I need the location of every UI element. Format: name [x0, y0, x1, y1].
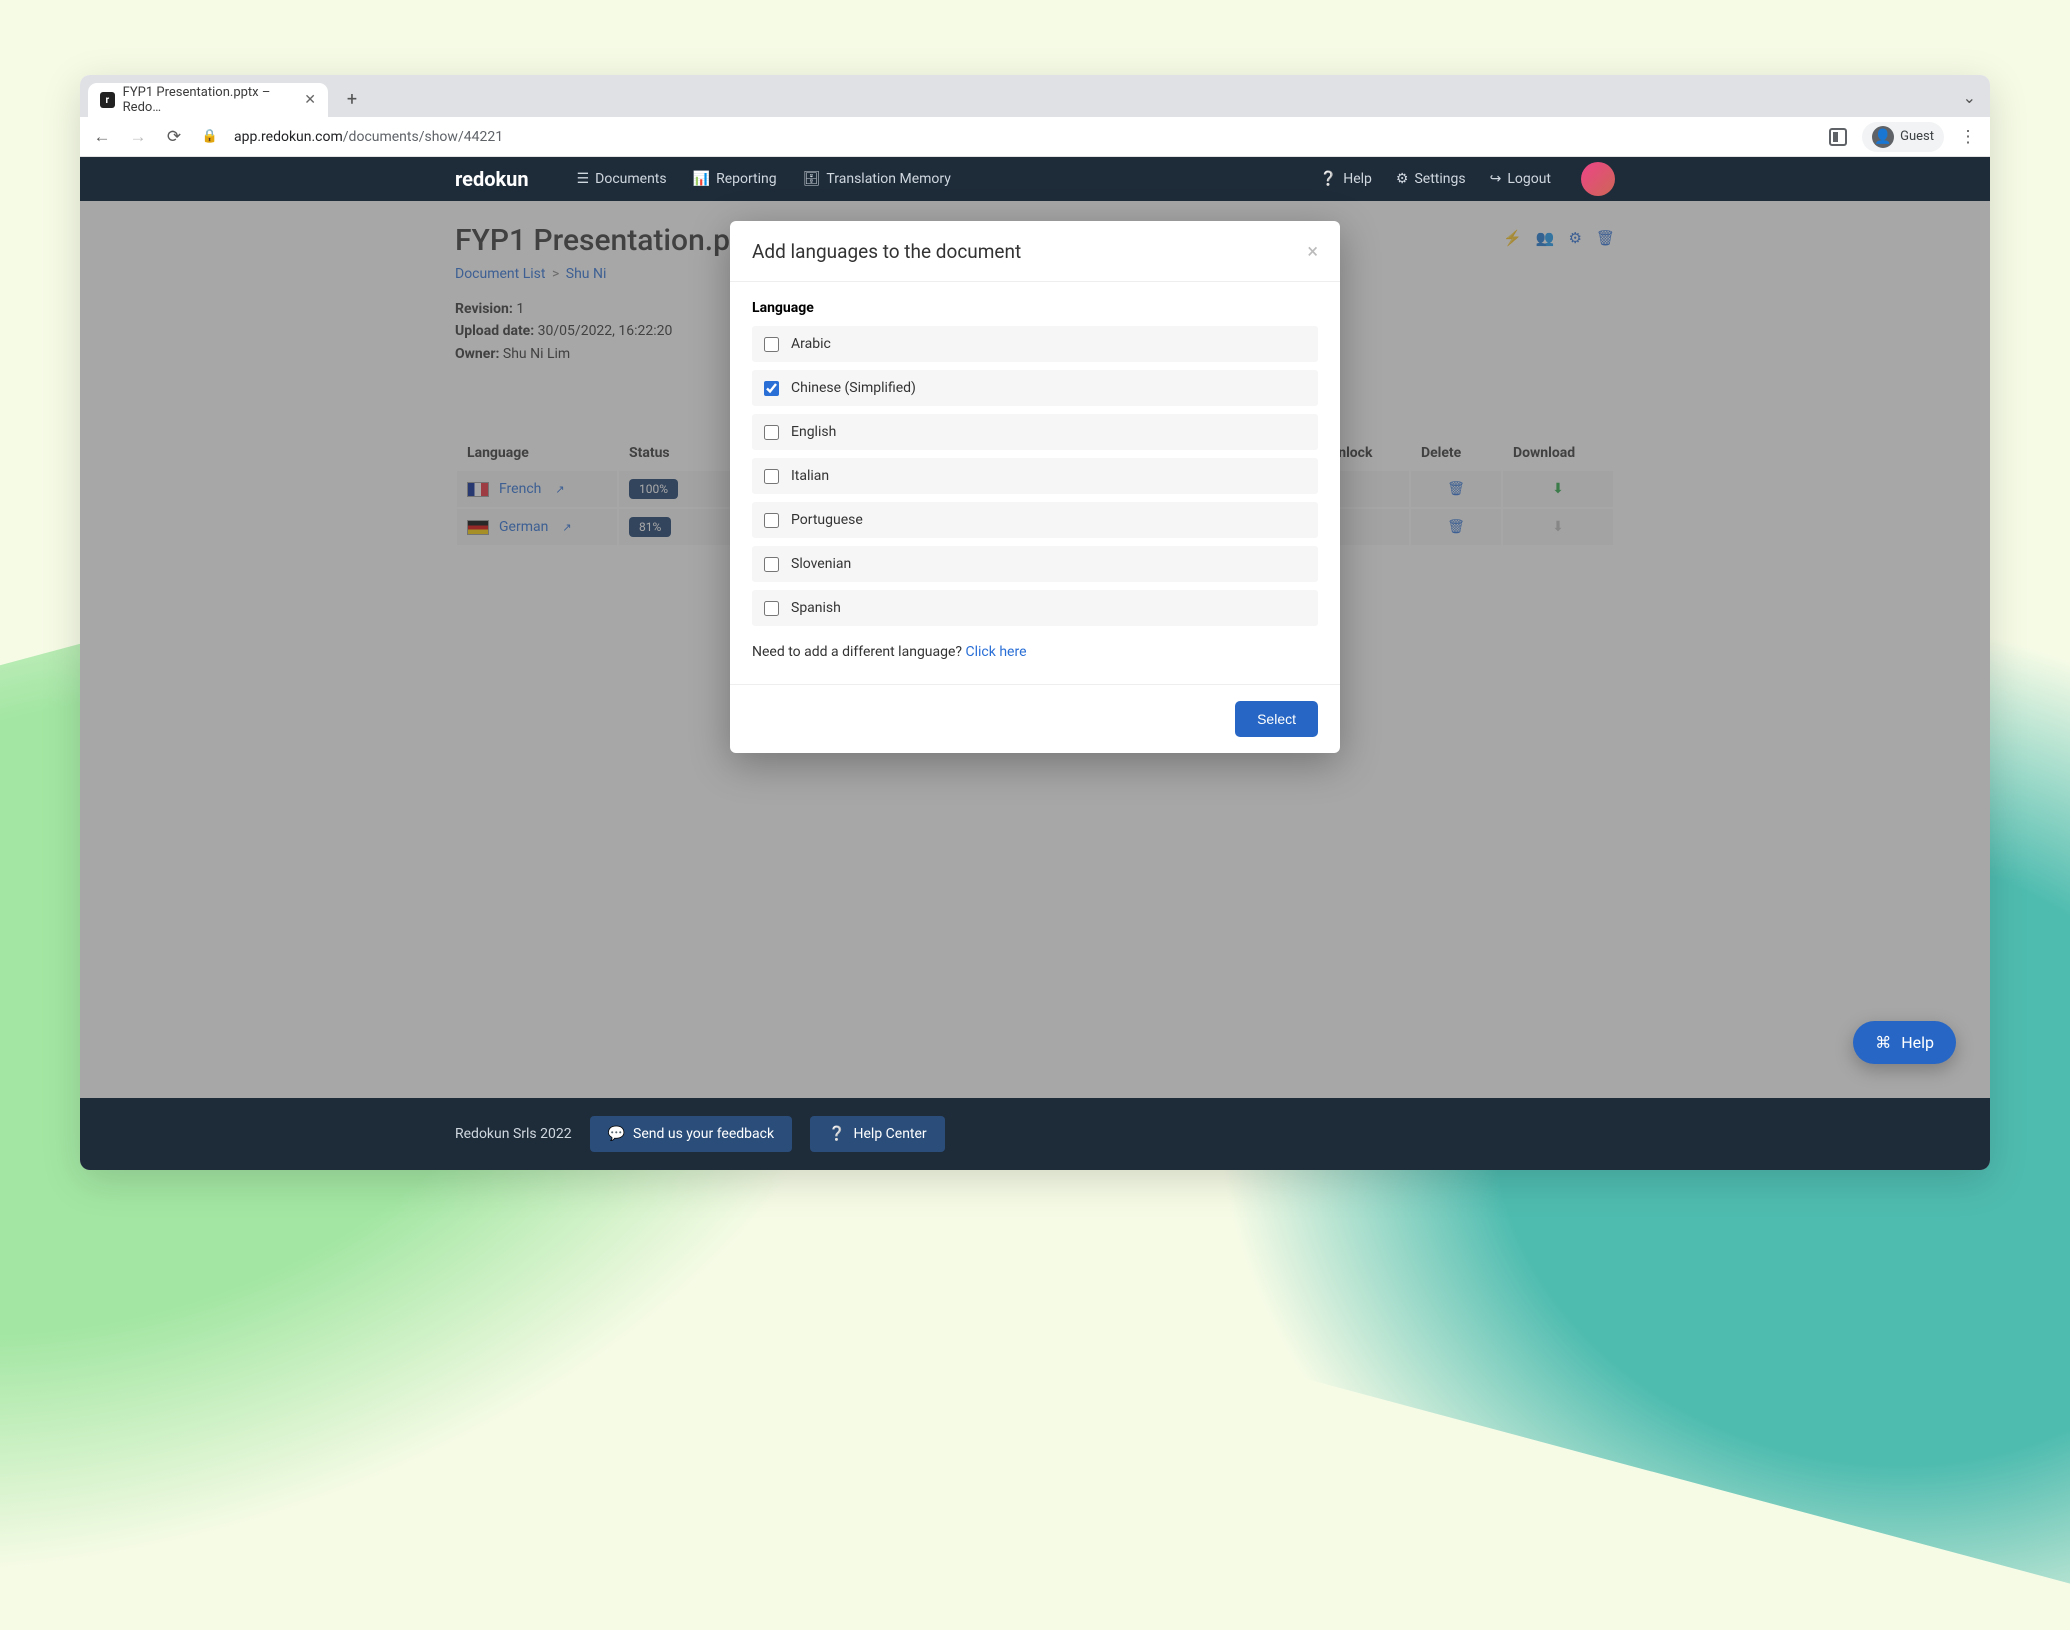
nav-logout[interactable]: ↪ Logout	[1490, 171, 1551, 187]
language-checkbox[interactable]	[764, 337, 779, 352]
modal-hint-link[interactable]: Click here	[966, 644, 1027, 660]
tabs-overflow-icon[interactable]: ⌄	[1963, 88, 1976, 107]
add-languages-modal: Add languages to the document × Language…	[730, 221, 1340, 753]
profile-chip[interactable]: 👤 Guest	[1862, 122, 1944, 152]
panel-icon[interactable]	[1826, 125, 1850, 149]
modal-hint: Need to add a different language? Click …	[752, 644, 1318, 660]
tab-close-icon[interactable]: ✕	[304, 92, 316, 108]
profile-avatar-icon: 👤	[1872, 126, 1894, 148]
app-navbar: redokun ☰ Documents 📊 Reporting 🗄 Transl…	[80, 157, 1990, 201]
app-footer: Redokun Srls 2022 💬 Send us your feedbac…	[80, 1098, 1990, 1170]
language-checkbox[interactable]	[764, 601, 779, 616]
language-option[interactable]: Spanish	[752, 590, 1318, 626]
lock-icon: 🔒	[198, 125, 222, 149]
back-button[interactable]: ←	[90, 125, 114, 149]
tab-title: FYP1 Presentation.pptx – Redo…	[123, 85, 297, 115]
brand-logo[interactable]: redokun	[455, 167, 529, 191]
language-checkbox[interactable]	[764, 557, 779, 572]
language-checkbox[interactable]	[764, 469, 779, 484]
nav-settings[interactable]: ⚙ Settings	[1396, 171, 1466, 187]
language-option[interactable]: Portuguese	[752, 502, 1318, 538]
language-option[interactable]: Chinese (Simplified)	[752, 370, 1318, 406]
primary-nav: ☰ Documents 📊 Reporting 🗄 Translation Me…	[577, 171, 951, 187]
user-avatar[interactable]	[1581, 162, 1615, 196]
favicon-icon: r	[100, 92, 115, 108]
modal-title: Add languages to the document	[752, 240, 1021, 263]
lifebuoy-icon: ⌘	[1875, 1033, 1891, 1052]
language-option[interactable]: Italian	[752, 458, 1318, 494]
feedback-button[interactable]: 💬 Send us your feedback	[590, 1116, 792, 1152]
browser-menu-icon[interactable]: ⋮	[1956, 125, 1980, 149]
language-checkbox[interactable]	[764, 425, 779, 440]
nav-documents[interactable]: ☰ Documents	[577, 171, 667, 187]
language-option-label: Chinese (Simplified)	[791, 380, 916, 396]
nav-help[interactable]: ❔ Help	[1320, 171, 1372, 187]
language-checkbox[interactable]	[764, 381, 779, 396]
nav-reporting[interactable]: 📊 Reporting	[693, 171, 777, 187]
language-checkbox[interactable]	[764, 513, 779, 528]
language-option-label: Arabic	[791, 336, 831, 352]
language-option[interactable]: Arabic	[752, 326, 1318, 362]
footer-copyright: Redokun Srls 2022	[455, 1126, 572, 1142]
language-option-label: Portuguese	[791, 512, 863, 528]
browser-tabstrip: r FYP1 Presentation.pptx – Redo… ✕ + ⌄	[80, 75, 1990, 117]
language-option[interactable]: Slovenian	[752, 546, 1318, 582]
language-option[interactable]: English	[752, 414, 1318, 450]
language-option-label: Slovenian	[791, 556, 851, 572]
forward-button[interactable]: →	[126, 125, 150, 149]
nav-translation-memory[interactable]: 🗄 Translation Memory	[803, 171, 951, 187]
address-bar[interactable]: app.redokun.com/documents/show/44221	[234, 129, 503, 145]
app-viewport: ⚡ 👥 ⚙ 🗑 FYP1 Presentation.pptx Document …	[80, 201, 1990, 1098]
new-tab-button[interactable]: +	[338, 85, 366, 113]
browser-toolbar: ← → ⟳ 🔒 app.redokun.com/documents/show/4…	[80, 117, 1990, 157]
modal-close-icon[interactable]: ×	[1307, 239, 1318, 263]
modal-section-label: Language	[752, 300, 1318, 316]
help-bubble[interactable]: ⌘ Help	[1853, 1021, 1956, 1064]
browser-tab[interactable]: r FYP1 Presentation.pptx – Redo… ✕	[88, 83, 328, 117]
reload-button[interactable]: ⟳	[162, 125, 186, 149]
help-center-button[interactable]: ❔ Help Center	[810, 1116, 945, 1152]
select-button[interactable]: Select	[1235, 701, 1318, 737]
language-option-label: Italian	[791, 468, 829, 484]
language-option-label: English	[791, 424, 836, 440]
browser-window: r FYP1 Presentation.pptx – Redo… ✕ + ⌄ ←…	[80, 75, 1990, 1170]
language-option-label: Spanish	[791, 600, 841, 616]
